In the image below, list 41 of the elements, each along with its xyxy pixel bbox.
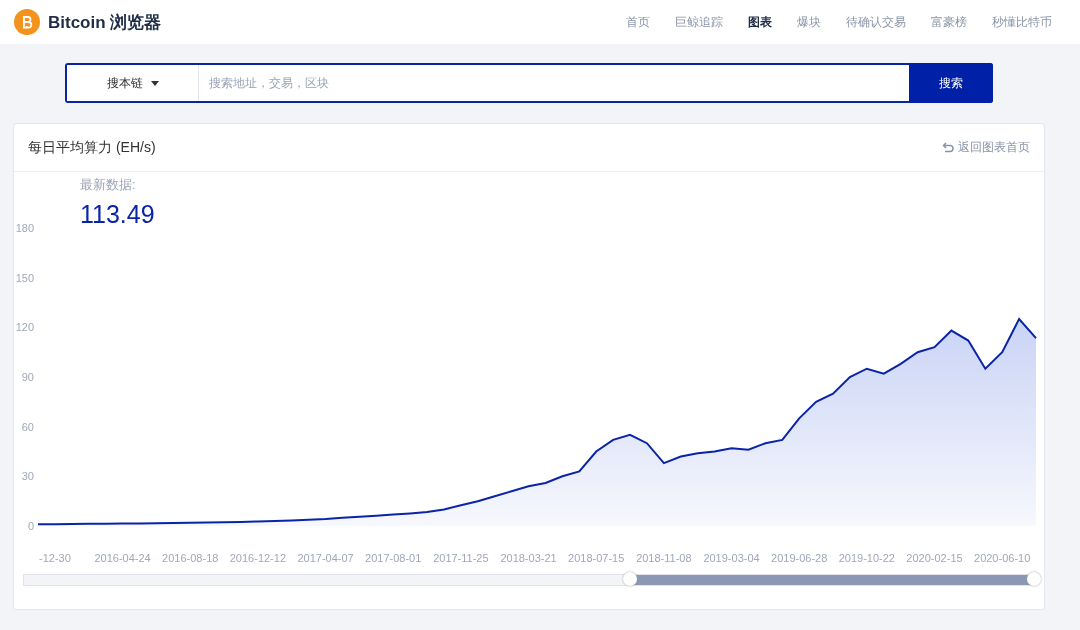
y-axis-label: 180	[15, 222, 34, 234]
nav-link[interactable]: 爆块	[797, 13, 821, 31]
y-axis-label: 90	[21, 371, 34, 383]
x-axis-label: 2018-03-21	[500, 552, 557, 564]
x-axis-label: 2016-04-24	[94, 552, 151, 564]
y-axis-label: 150	[15, 271, 34, 284]
nav-link[interactable]: 待确认交易	[846, 13, 906, 31]
nav-link[interactable]: 秒懂比特币	[992, 13, 1052, 31]
y-axis-label: 0	[27, 520, 34, 532]
zoom-handle[interactable]	[1027, 572, 1041, 586]
zoom-handle[interactable]	[623, 572, 637, 586]
y-axis-label: 120	[15, 321, 34, 334]
x-axis-label: 2019-10-22	[838, 552, 895, 564]
x-axis-label: 2018-07-15	[568, 552, 625, 564]
y-axis-label: 60	[21, 420, 34, 433]
card-title: 每日平均算力 (EH/s)	[28, 138, 156, 157]
x-axis-label: 2016-12-12	[229, 552, 287, 564]
latest-label: 最新数据:	[80, 176, 137, 194]
y-axis-label: 30	[21, 470, 34, 483]
scope-dropdown[interactable]: 搜本链	[67, 65, 199, 101]
x-axis-label: 2016-08-18	[162, 552, 219, 564]
back-link[interactable]: 返回图表首页	[942, 139, 1030, 156]
latest-value: 113.49	[80, 200, 155, 229]
x-axis-label: 2020-06-10	[974, 552, 1031, 564]
coin-icon	[14, 9, 40, 35]
nav-link[interactable]: 首页	[626, 13, 650, 31]
site-title: Bitcoin 浏览器	[48, 11, 162, 34]
x-axis-label: 2017-08-01	[365, 552, 422, 564]
return-icon	[942, 142, 955, 153]
nav-link[interactable]: 富豪榜	[931, 13, 967, 31]
caret-icon	[150, 80, 159, 86]
nav-link[interactable]: 图表	[748, 13, 772, 31]
x-axis-label: 2019-03-04	[703, 552, 760, 564]
x-axis-label: 2020-02-15	[906, 552, 963, 564]
x-axis-label: 2017-04-07	[297, 552, 354, 564]
x-axis-label: 2017-11-25	[433, 552, 489, 564]
x-axis-label: -12-30	[39, 552, 71, 564]
search-button[interactable]: 搜索	[909, 63, 993, 103]
x-axis-label: 2018-11-08	[636, 552, 692, 564]
nav-link[interactable]: 巨鲸追踪	[675, 13, 723, 31]
x-axis-label: 2019-06-28	[771, 552, 828, 564]
